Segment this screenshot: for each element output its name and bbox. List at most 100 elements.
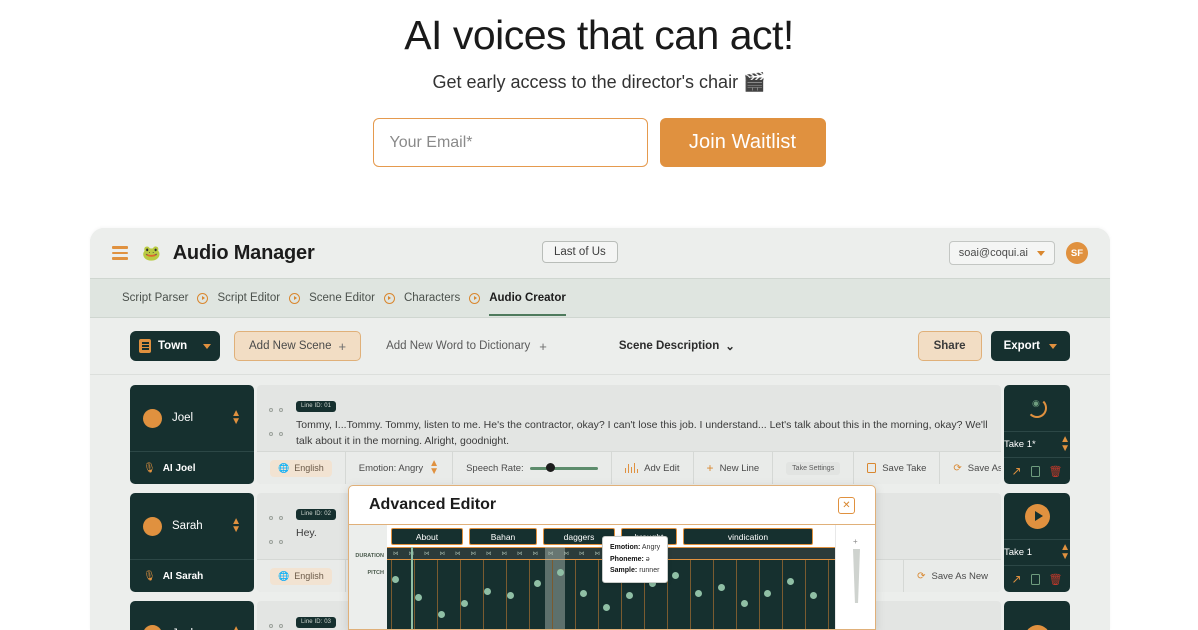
avatar[interactable]: SF — [1066, 242, 1088, 264]
add-new-scene-button[interactable]: Add New Scene + — [234, 331, 362, 361]
take-selector[interactable]: Take 1* ▲ ▼ — [1004, 431, 1070, 458]
speaker-card[interactable]: Sarah ▲ ▼ 🎙 AI Sarah — [130, 493, 254, 592]
scene-description-toggle[interactable]: Scene Description ⌄ — [619, 339, 735, 353]
pitch-point[interactable] — [484, 588, 491, 595]
pitch-point[interactable] — [764, 590, 771, 597]
delete-icon[interactable]: 🗑 — [1049, 573, 1063, 586]
pitch-point[interactable] — [438, 611, 445, 618]
save-icon — [867, 463, 877, 473]
take-settings-button[interactable]: Take Settings — [773, 452, 855, 484]
add-word-to-dictionary-button[interactable]: Add New Word to Dictionary + — [386, 339, 547, 354]
hamburger-menu-icon[interactable] — [112, 246, 128, 260]
document-icon — [139, 339, 151, 353]
drag-handle-icon[interactable] — [269, 408, 283, 451]
word-chip[interactable]: vindication — [683, 528, 813, 545]
save-take-button[interactable]: Save Take — [854, 452, 941, 484]
duration-tick-icon: ⋈ — [501, 550, 508, 557]
share-icon[interactable]: ↗ — [1011, 464, 1021, 478]
pitch-point[interactable] — [718, 584, 725, 591]
pitch-point[interactable] — [534, 580, 541, 587]
sort-updown-icon: ▲ ▼ — [429, 457, 440, 477]
pitch-point[interactable] — [695, 590, 702, 597]
grid-line — [391, 560, 392, 629]
breadcrumb-item-characters[interactable]: Characters — [404, 292, 460, 304]
join-waitlist-button[interactable]: Join Waitlist — [659, 118, 826, 168]
grid-line — [437, 560, 438, 629]
sort-updown-icon[interactable]: ▲▼ — [231, 624, 241, 630]
play-button[interactable] — [1024, 503, 1050, 529]
take-selector[interactable]: Take 1 ▲ ▼ — [1004, 539, 1070, 566]
sort-updown-icon[interactable]: ▲▼ — [231, 408, 241, 427]
take-label: Take 1 — [1004, 547, 1032, 558]
grid-line — [828, 560, 829, 629]
voice-row[interactable]: 🎙 AI Sarah — [130, 559, 254, 592]
copy-icon[interactable] — [1030, 573, 1040, 585]
amplitude-slider-column[interactable]: + — [835, 525, 875, 629]
editor-canvas[interactable]: AboutBahandaggersbroughtvindication ⋈ ⋈ … — [387, 525, 835, 629]
pitch-point[interactable] — [557, 569, 564, 576]
breadcrumb-item-script-parser[interactable]: Script Parser — [122, 292, 188, 304]
drag-handle-icon[interactable] — [269, 624, 283, 630]
selection-band[interactable] — [545, 547, 565, 629]
speaker-card[interactable]: Joel ▲▼ 🎙 AI Joel — [130, 601, 254, 630]
language-control[interactable]: 🌐 English — [257, 452, 346, 484]
delete-icon[interactable]: 🗑 — [1049, 465, 1063, 478]
word-chip[interactable]: About — [391, 528, 463, 545]
pitch-point[interactable] — [810, 592, 817, 599]
pitch-point[interactable] — [626, 592, 633, 599]
save-as-new-button[interactable]: ⟳ Save As New — [904, 560, 1001, 592]
grid-line — [552, 560, 553, 629]
pitch-point[interactable] — [672, 572, 679, 579]
word-chip[interactable]: Bahan — [469, 528, 537, 545]
sort-updown-icon[interactable]: ▲▼ — [231, 516, 241, 535]
pitch-point[interactable] — [507, 592, 514, 599]
pitch-point[interactable] — [392, 576, 399, 583]
breadcrumb-item-script-editor[interactable]: Script Editor — [217, 292, 280, 304]
pitch-point[interactable] — [461, 600, 468, 607]
plus-icon[interactable]: + — [853, 537, 858, 546]
lane-label-pitch: PITCH — [367, 570, 385, 576]
share-icon[interactable]: ↗ — [1011, 572, 1021, 586]
scene-selector-dropdown[interactable]: Town — [130, 331, 220, 361]
duration-tick-icon: ⋈ — [532, 550, 539, 557]
take-status[interactable] — [1024, 601, 1050, 630]
email-field[interactable] — [372, 118, 648, 168]
account-dropdown[interactable]: soai@coqui.ai — [948, 241, 1055, 265]
pitch-point[interactable] — [787, 578, 794, 585]
speaker-card[interactable]: Joel ▲▼ 🎙 AI Joel — [130, 385, 254, 484]
pitch-point[interactable] — [741, 600, 748, 607]
advanced-editor-modal: Advanced Editor ✕ DURATION PITCH About Ba… — [348, 485, 876, 630]
pitch-point[interactable] — [415, 594, 422, 601]
project-chip[interactable]: Last of Us — [542, 241, 618, 263]
save-as-new-button[interactable]: ⟳ Save As New — [940, 452, 1001, 484]
adv-edit-button[interactable]: Adv Edit — [612, 452, 694, 484]
copy-icon[interactable] — [1030, 465, 1040, 477]
breadcrumb-item-audio-creator[interactable]: Audio Creator — [489, 292, 566, 316]
pitch-point[interactable] — [580, 590, 587, 597]
voice-row[interactable]: 🎙 AI Joel — [130, 451, 254, 484]
speech-rate-control[interactable]: Speech Rate: — [453, 452, 612, 484]
save-as-new-label: Save As New — [931, 570, 989, 582]
account-email: soai@coqui.ai — [958, 247, 1028, 259]
line-id-badge: Line ID: 02 — [296, 508, 337, 520]
speech-rate-slider[interactable] — [529, 463, 598, 472]
tooltip-phoneme-value: ə — [645, 555, 650, 563]
language-control[interactable]: 🌐 English — [257, 560, 346, 592]
close-icon[interactable]: ✕ — [838, 496, 855, 514]
new-line-button[interactable]: + New Line — [694, 452, 774, 484]
drag-handle-icon[interactable] — [269, 516, 283, 559]
line-text[interactable]: Tommy, I...Tommy. Tommy, listen to me. H… — [296, 417, 989, 450]
export-button[interactable]: Export — [990, 331, 1070, 361]
play-button[interactable] — [1024, 624, 1050, 630]
amplitude-slider[interactable] — [853, 549, 860, 603]
take-status[interactable] — [1027, 385, 1047, 431]
playhead[interactable] — [411, 547, 413, 629]
pitch-point[interactable] — [603, 604, 610, 611]
page-title: AI voices that can act! — [404, 12, 794, 58]
take-actions: ↗ 🗑 — [1011, 458, 1062, 484]
share-button[interactable]: Share — [917, 331, 982, 361]
emotion-control[interactable]: Emotion: Angry ▲ ▼ — [346, 452, 454, 484]
chevron-right-icon — [197, 292, 209, 304]
take-status[interactable] — [1024, 493, 1050, 539]
breadcrumb-item-scene-editor[interactable]: Scene Editor — [309, 292, 375, 304]
